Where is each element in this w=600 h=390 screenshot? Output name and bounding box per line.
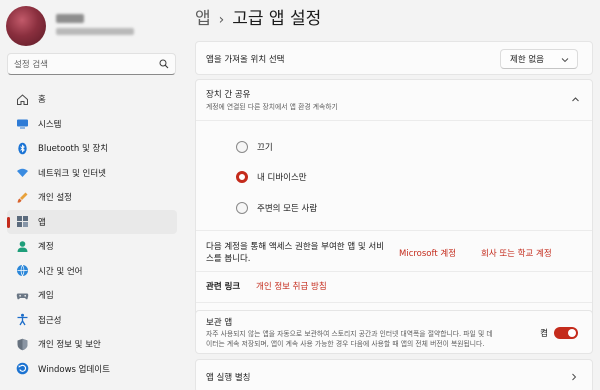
chevron-up-icon[interactable] — [571, 95, 580, 104]
share-title: 장치 간 공유 — [206, 90, 251, 100]
accessibility-icon — [15, 313, 29, 327]
radio-everyone-nearby[interactable]: 주변의 모든 사람 — [236, 202, 317, 214]
radio-label: 끄기 — [257, 143, 273, 153]
radio-label: 주변의 모든 사람 — [257, 204, 318, 214]
settings-search-box[interactable] — [7, 53, 176, 75]
radio-circle — [236, 202, 248, 214]
app-source-dropdown[interactable]: 제한 없음 — [500, 49, 578, 69]
sidebar-item-windows-update[interactable]: Windows 업데이트 — [7, 357, 177, 382]
app-source-card: 앱을 가져올 위치 선택 제한 없음 — [195, 41, 593, 75]
archive-title: 보관 앱 — [206, 318, 233, 328]
sidebar-item-network[interactable]: 네트워크 및 인터넷 — [7, 161, 177, 186]
blurred-user-name — [56, 14, 84, 23]
toggle-knob — [568, 329, 576, 337]
sidebar-item-label: 계정 — [38, 242, 54, 253]
sidebar-item-system[interactable]: 시스템 — [7, 112, 177, 137]
sidebar-item-label: 홈 — [38, 95, 46, 106]
sidebar-item-label: 시간 및 언어 — [38, 266, 83, 277]
app-execution-alias-label: 앱 실행 별칭 — [206, 373, 251, 383]
sidebar-item-label: Bluetooth 및 장치 — [38, 144, 109, 155]
sidebar-item-time-language[interactable]: 시간 및 언어 — [7, 259, 177, 284]
sidebar-item-accounts[interactable]: 계정 — [7, 234, 177, 259]
sidebar-item-apps[interactable]: 앱 — [7, 209, 177, 234]
apps-icon — [15, 215, 29, 229]
divider — [196, 120, 592, 121]
radio-circle-selected — [236, 171, 248, 183]
update-icon — [15, 362, 29, 376]
app-source-label: 앱을 가져올 위치 선택 — [206, 55, 285, 65]
home-icon — [15, 92, 29, 106]
sidebar-item-personalization[interactable]: 개인 설정 — [7, 185, 177, 210]
dropdown-value: 제한 없음 — [510, 55, 544, 65]
wifi-icon — [15, 166, 29, 180]
sidebar-item-gaming[interactable]: 게임 — [7, 283, 177, 308]
related-links-label: 관련 링크 — [206, 282, 241, 292]
sidebar-item-label: 접근성 — [38, 315, 62, 326]
archive-apps-card: 보관 앱 자주 사용되지 않는 앱을 자동으로 보관하여 스토리지 공간과 인터… — [195, 310, 593, 354]
person-icon — [15, 239, 29, 253]
globe-clock-icon — [15, 264, 29, 278]
radio-circle — [236, 141, 248, 153]
shield-icon — [15, 337, 29, 351]
chevron-down-icon — [561, 58, 569, 63]
archive-desc-line1: 자주 사용되지 않는 앱을 자동으로 보관하여 스토리지 공간과 인터넷 대역폭… — [206, 330, 493, 338]
search-icon[interactable] — [159, 59, 169, 69]
page-title: 앱 › 고급 앱 설정 — [195, 4, 321, 29]
divider — [196, 271, 592, 272]
divider — [196, 230, 592, 231]
breadcrumb-parent[interactable]: 앱 — [195, 9, 211, 29]
sidebar-nav: 홈 시스템 Bluetooth 및 장치 네트워크 및 인터넷 개인 설정 앱 … — [7, 87, 177, 381]
sidebar-item-label: 개인 설정 — [38, 193, 72, 204]
sidebar-item-label: 앱 — [38, 217, 46, 228]
share-header[interactable]: 장치 간 공유 계정에 연결된 다른 장치에서 앱 환경 계속하기 — [196, 80, 592, 120]
radio-my-devices[interactable]: 내 디바이스만 — [236, 171, 307, 183]
monitor-icon — [15, 117, 29, 131]
blurred-user-email — [56, 28, 134, 35]
sidebar-item-privacy-security[interactable]: 개인 정보 및 보안 — [7, 332, 177, 357]
divider — [196, 302, 592, 303]
toggle-state-label: 켬 — [540, 329, 548, 339]
sidebar-item-accessibility[interactable]: 접근성 — [7, 308, 177, 333]
main-content: 앱 › 고급 앱 설정 앱을 가져올 위치 선택 제한 없음 장치 간 공유 계정에… — [185, 0, 600, 390]
share-across-devices-card: 장치 간 공유 계정에 연결된 다른 장치에서 앱 환경 계속하기 끄기 내 디… — [195, 79, 593, 340]
archive-desc-line2: 이터는 계속 저장되며, 앱이 계속 사용 가능한 경우 다음에 사용할 때 앱… — [206, 340, 485, 348]
breadcrumb-separator: › — [218, 12, 225, 28]
sidebar-item-label: 시스템 — [38, 119, 62, 130]
sidebar-item-label: 개인 정보 및 보안 — [38, 340, 101, 351]
archive-apps-toggle[interactable] — [554, 327, 578, 339]
sidebar-item-label: Windows 업데이트 — [38, 364, 110, 375]
sidebar-item-label: 게임 — [38, 291, 54, 302]
breadcrumb-current: 고급 앱 설정 — [232, 9, 322, 29]
sidebar: 홈 시스템 Bluetooth 및 장치 네트워크 및 인터넷 개인 설정 — [0, 0, 185, 390]
gamepad-icon — [15, 288, 29, 302]
privacy-policy-link[interactable]: 개인 정보 취급 방침 — [256, 280, 327, 292]
accounts-text-line1: 다음 계정을 통해 액세스 권한을 부여한 앱 및 서비 — [206, 242, 385, 252]
sidebar-item-home[interactable]: 홈 — [7, 87, 177, 112]
share-subtitle: 계정에 연결된 다른 장치에서 앱 환경 계속하기 — [206, 103, 338, 111]
bluetooth-icon — [15, 141, 29, 155]
sidebar-item-bluetooth[interactable]: Bluetooth 및 장치 — [7, 136, 177, 161]
paintbrush-icon — [15, 190, 29, 204]
app-execution-alias-card[interactable]: 앱 실행 별칭 — [195, 359, 593, 390]
work-school-account-link[interactable]: 회사 또는 학교 계정 — [481, 247, 552, 259]
radio-off[interactable]: 끄기 — [236, 141, 273, 153]
chevron-right-icon — [572, 373, 577, 381]
search-input[interactable] — [14, 57, 154, 72]
radio-label: 내 디바이스만 — [257, 173, 307, 183]
microsoft-account-link[interactable]: Microsoft 계정 — [399, 247, 456, 259]
user-profile[interactable] — [6, 6, 181, 46]
avatar — [6, 6, 46, 46]
sidebar-item-label: 네트워크 및 인터넷 — [38, 168, 106, 179]
accounts-text-line2: 스를 봅니다. — [206, 254, 251, 264]
